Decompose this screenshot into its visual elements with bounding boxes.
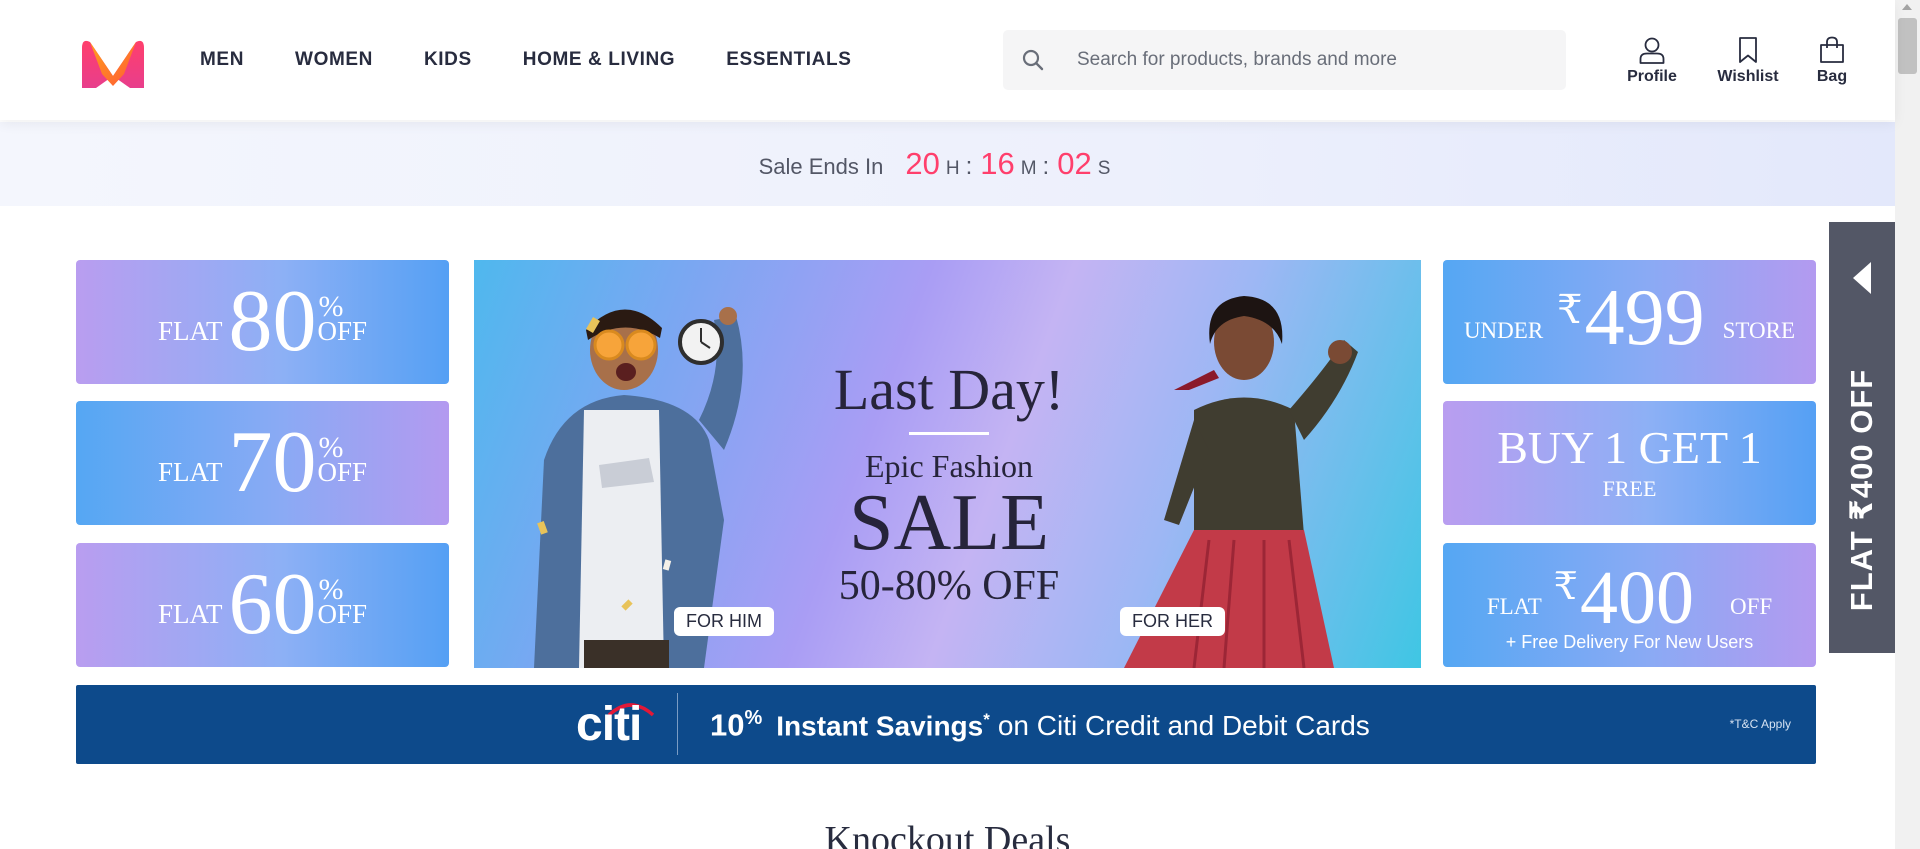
profile-label: Profile xyxy=(1627,68,1677,85)
tile-value: 80 xyxy=(228,273,317,370)
citi-asterisk: * xyxy=(983,710,990,729)
for-him-button[interactable]: FOR HIM xyxy=(674,607,774,636)
sale-timer-label: Sale Ends In xyxy=(758,154,884,179)
bogo-title: BUY 1 GET 1 xyxy=(1497,422,1762,473)
citi-logo: citi xyxy=(576,698,642,751)
hero-offer: 50-80% OFF xyxy=(838,563,1060,609)
header-actions: Profile Wishlist Bag xyxy=(1610,36,1862,86)
citi-rest-text: on Citi Credit and Debit Cards xyxy=(997,710,1370,742)
rupee-symbol: ₹ xyxy=(1553,565,1578,608)
sale-timer: Sale Ends In 20 H : 16 M : 02 S xyxy=(759,146,1117,182)
flat-80-off-banner[interactable]: FLAT 80 % OFF xyxy=(76,260,449,384)
side-tab-label: FLAT ₹400 OFF xyxy=(1844,368,1879,612)
flat-400-off-side-tab[interactable]: FLAT ₹400 OFF xyxy=(1829,222,1895,653)
buy-1-get-1-banner[interactable]: BUY 1 GET 1 FREE xyxy=(1443,401,1816,525)
shopping-bag-icon xyxy=(1820,36,1844,63)
timer-seconds-unit: S xyxy=(1097,158,1111,179)
citi-divider xyxy=(677,693,678,755)
citi-percent-sign: % xyxy=(744,707,763,729)
tile-suffix: STORE xyxy=(1722,318,1796,343)
timer-hours-unit: H xyxy=(945,158,960,179)
bag-button[interactable]: Bag xyxy=(1802,36,1862,86)
tile-suffix: OFF xyxy=(1729,593,1773,619)
wishlist-button[interactable]: Wishlist xyxy=(1706,36,1790,86)
flat-400-off-banner[interactable]: FLAT ₹ 400 OFF + Free Delivery For New U… xyxy=(1443,543,1816,667)
tile-suffix: OFF xyxy=(317,316,368,346)
tile-prefix: FLAT xyxy=(157,316,223,346)
site-header: MEN WOMEN KIDS HOME & LIVING ESSENTIALS … xyxy=(0,0,1895,120)
nav-essentials[interactable]: ESSENTIALS xyxy=(726,49,851,71)
nav-men[interactable]: MEN xyxy=(200,49,244,71)
hero-subtitle: Epic Fashion xyxy=(865,448,1033,484)
timer-hours: 20 xyxy=(905,146,940,181)
timer-separator: : xyxy=(1042,153,1050,180)
nav-kids[interactable]: KIDS xyxy=(424,49,472,71)
tile-prefix: FLAT xyxy=(157,457,223,487)
flat-60-off-banner[interactable]: FLAT 60 % OFF xyxy=(76,543,449,667)
hero-text: Last Day! Epic Fashion SALE 50-80% OFF xyxy=(774,357,1124,610)
citi-bold-text: Instant Savings xyxy=(776,710,984,742)
user-icon xyxy=(1639,37,1665,64)
citi-percent: 10 xyxy=(710,707,745,743)
myntra-logo-icon[interactable] xyxy=(76,36,150,90)
nav-home-living[interactable]: HOME & LIVING xyxy=(523,49,675,71)
under-499-store-banner[interactable]: UNDER ₹ 499 STORE xyxy=(1443,260,1816,384)
page-scrollbar[interactable] xyxy=(1895,0,1920,849)
scroll-up-arrow-icon[interactable] xyxy=(1902,4,1912,10)
citi-offer-banner[interactable]: citi 10% Instant Savings* on Citi Credit… xyxy=(76,685,1816,764)
tile-subtext: + Free Delivery For New Users xyxy=(1505,631,1754,652)
hero-title: Last Day! xyxy=(833,357,1065,422)
bag-label: Bag xyxy=(1816,68,1848,85)
timer-separator: : xyxy=(965,153,973,180)
timer-seconds: 02 xyxy=(1057,146,1092,181)
hero-divider xyxy=(909,432,989,435)
tile-prefix: FLAT xyxy=(1486,593,1542,619)
tile-prefix: UNDER xyxy=(1463,318,1544,343)
search-input[interactable] xyxy=(1077,49,1547,71)
citi-offer-text: 10% Instant Savings* on Citi Credit and … xyxy=(710,707,1370,743)
timer-minutes-unit: M xyxy=(1020,158,1037,179)
timer-minutes: 16 xyxy=(980,146,1015,181)
section-title: Knockout Deals xyxy=(824,819,1071,849)
flat-70-off-banner[interactable]: FLAT 70 % OFF xyxy=(76,401,449,525)
bookmark-icon xyxy=(1739,37,1757,63)
search-icon[interactable] xyxy=(1003,30,1063,90)
main-nav: MEN WOMEN KIDS HOME & LIVING ESSENTIALS xyxy=(200,0,903,120)
tile-value: 400 xyxy=(1579,555,1694,640)
tile-suffix: OFF xyxy=(317,599,368,629)
tile-value: 60 xyxy=(228,556,317,653)
rupee-symbol: ₹ xyxy=(1557,287,1583,332)
bogo-subtitle: FREE xyxy=(1602,476,1657,501)
nav-women[interactable]: WOMEN xyxy=(295,49,373,71)
scrollbar-thumb[interactable] xyxy=(1898,18,1917,74)
wishlist-label: Wishlist xyxy=(1717,68,1779,85)
sale-timer-strip: Sale Ends In 20 H : 16 M : 02 S xyxy=(0,122,1895,206)
caret-left-icon xyxy=(1853,262,1871,294)
tile-value: 70 xyxy=(228,414,317,511)
tile-suffix: OFF xyxy=(317,457,368,487)
terms-apply-link[interactable]: *T&C Apply xyxy=(1730,717,1791,731)
search-bar xyxy=(1003,30,1566,90)
tile-value: 499 xyxy=(1584,274,1705,362)
hero-banner[interactable]: Last Day! Epic Fashion SALE 50-80% OFF F… xyxy=(474,260,1421,668)
for-her-button[interactable]: FOR HER xyxy=(1120,607,1225,636)
profile-button[interactable]: Profile xyxy=(1610,36,1694,86)
hero-headline: SALE xyxy=(849,479,1049,567)
tile-prefix: FLAT xyxy=(157,599,223,629)
